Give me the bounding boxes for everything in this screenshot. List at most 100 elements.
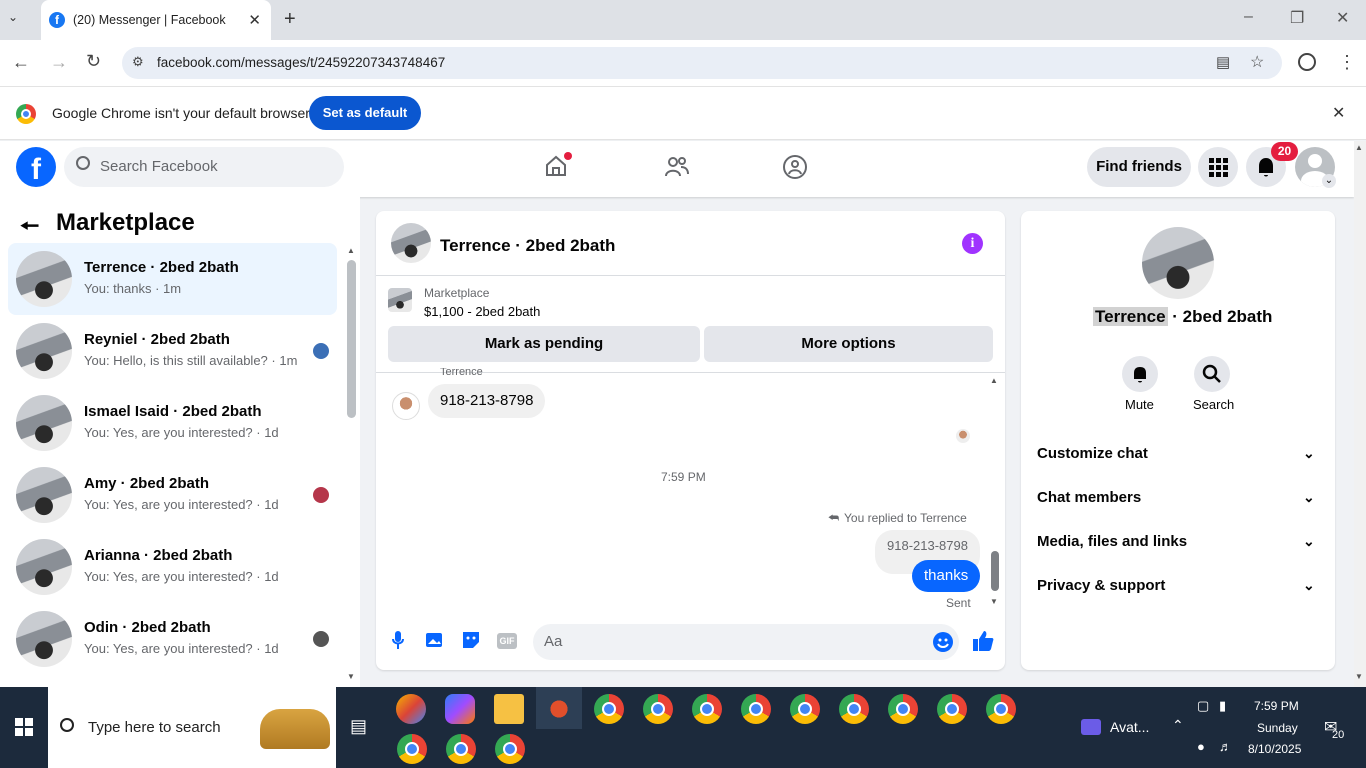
chevron-down-icon[interactable]: ⌄ [1303, 489, 1315, 506]
chrome-taskbar-icon[interactable] [790, 694, 820, 724]
url-text: facebook.com/messages/t/2459220734374846… [157, 55, 446, 70]
photo-icon[interactable] [425, 630, 445, 655]
search-conversation-button[interactable] [1194, 356, 1230, 392]
friends-icon[interactable] [664, 154, 690, 180]
chrome-taskbar-icon[interactable] [986, 694, 1016, 724]
list-scrollbar-thumb[interactable] [347, 260, 356, 418]
task-view-icon[interactable]: ▤ [350, 716, 367, 737]
back-icon[interactable]: ← [12, 52, 30, 73]
info-icon[interactable]: i [962, 233, 983, 254]
page-scroll-up-icon[interactable]: ▲ [1355, 143, 1363, 152]
groups-icon[interactable] [782, 154, 808, 180]
close-tab-icon[interactable]: ✕ [248, 11, 261, 29]
chrome-taskbar-icon[interactable] [692, 694, 722, 724]
profile-name[interactable]: Terrence · 2bed 2bath [1093, 307, 1272, 327]
page-scrollbar[interactable] [1354, 141, 1366, 687]
chat-members-option[interactable]: Chat members [1037, 489, 1141, 506]
volume-icon[interactable]: ♬ [1219, 739, 1232, 754]
close-window-icon[interactable]: ✕ [1336, 8, 1349, 28]
more-options-button[interactable]: More options [704, 326, 993, 362]
copilot-app-icon[interactable] [445, 694, 475, 724]
forward-icon[interactable]: → [50, 52, 68, 73]
back-arrow-icon[interactable]: 🠔 [20, 209, 39, 247]
minimize-icon[interactable]: – [1244, 8, 1253, 26]
chat-scroll-up-icon[interactable]: ▲ [990, 376, 998, 385]
conversation-item[interactable]: Ismael Isaid · 2bed 2bath You: Yes, are y… [8, 387, 337, 459]
avatar-app-label[interactable]: Avat... [1110, 719, 1149, 735]
facebook-logo-icon[interactable]: f [16, 147, 56, 187]
chat-avatar[interactable] [391, 223, 431, 263]
sender-avatar[interactable] [392, 392, 420, 420]
media-files-links-option[interactable]: Media, files and links [1037, 533, 1187, 550]
privacy-support-option[interactable]: Privacy & support [1037, 577, 1165, 594]
microphone-icon[interactable] [391, 630, 405, 655]
taskbar-time[interactable]: 7:59 PM [1254, 699, 1299, 713]
file-explorer-icon[interactable] [494, 694, 524, 724]
site-info-icon[interactable]: ⚙ [132, 54, 144, 70]
chrome-taskbar-icon[interactable] [888, 694, 918, 724]
chrome-taskbar-icon[interactable] [397, 734, 427, 764]
taskbar-date[interactable]: 8/10/2025 [1248, 742, 1301, 756]
chrome-taskbar-icon[interactable] [643, 694, 673, 724]
bookmark-star-icon[interactable]: ☆ [1250, 52, 1264, 72]
chrome-taskbar-icon[interactable] [594, 694, 624, 724]
maximize-icon[interactable]: ❐ [1290, 8, 1304, 28]
chevron-down-icon[interactable]: ⌄ [1303, 533, 1315, 550]
chrome-taskbar-icon[interactable] [839, 694, 869, 724]
received-message[interactable]: 918-213-8798 [428, 384, 546, 418]
chat-title[interactable]: Terrence · 2bed 2bath [440, 236, 615, 256]
chrome-taskbar-icon[interactable] [495, 734, 525, 764]
chrome-taskbar-icon[interactable] [937, 694, 967, 724]
profile-avatar[interactable] [1142, 227, 1214, 299]
paint-app-icon[interactable] [396, 694, 426, 724]
profile-icon[interactable] [1298, 53, 1316, 71]
list-scroll-up-icon[interactable]: ▲ [347, 246, 355, 255]
gif-icon[interactable]: GIF [497, 633, 517, 649]
find-friends-button[interactable]: Find friends [1087, 147, 1191, 187]
address-bar[interactable]: ⚙ facebook.com/messages/t/24592207343748… [122, 47, 1282, 79]
conversation-item[interactable]: Reyniel · 2bed 2bath You: Hello, is this … [8, 315, 337, 387]
chrome-menu-icon[interactable]: ⋮ [1338, 52, 1356, 73]
chat-scrollbar-thumb[interactable] [991, 551, 999, 591]
browser-tab[interactable]: f (20) Messenger | Facebook ✕ [41, 0, 271, 40]
conversation-item[interactable]: Arianna · 2bed 2bath You: Yes, are you in… [8, 531, 337, 603]
chevron-down-icon[interactable]: ⌄ [1303, 445, 1315, 462]
listing-title[interactable]: $1,100 - 2bed 2bath [424, 304, 540, 319]
list-scroll-down-icon[interactable]: ▼ [347, 672, 355, 681]
close-infobar-icon[interactable]: ✕ [1332, 103, 1345, 123]
battery-icon[interactable]: ▮ [1219, 698, 1226, 714]
conversation-item[interactable]: Odin · 2bed 2bath You: Yes, are you inter… [8, 603, 337, 675]
windows-start-icon[interactable] [15, 718, 33, 741]
pinned-app-icon[interactable] [544, 694, 574, 724]
emoji-icon[interactable] [933, 632, 953, 652]
conversation-item[interactable]: Amy · 2bed 2bath You: Yes, are you intere… [8, 459, 337, 531]
sent-message[interactable]: thanks [912, 560, 981, 592]
show-hidden-icons-icon[interactable]: ⌃ [1172, 717, 1184, 734]
reload-icon[interactable]: ↻ [86, 51, 101, 72]
conversation-item[interactable]: Terrence · 2bed 2bath You: thanks · 1m [8, 243, 337, 315]
facebook-search-input[interactable]: Search Facebook [64, 147, 344, 187]
tab-search-chevron-icon[interactable]: ⌄ [8, 10, 18, 24]
message-input[interactable]: Aa [533, 624, 959, 660]
new-tab-button[interactable]: + [284, 8, 296, 31]
device-icon[interactable]: ▢ [1197, 698, 1209, 714]
customize-chat-option[interactable]: Customize chat [1037, 445, 1148, 462]
sticker-icon[interactable] [461, 630, 481, 655]
taskbar-search-box[interactable]: Type here to search [48, 687, 336, 768]
chrome-taskbar-icon[interactable] [446, 734, 476, 764]
listing-thumbnail[interactable] [388, 288, 412, 312]
install-app-icon[interactable]: ▤ [1216, 53, 1230, 71]
mark-as-pending-button[interactable]: Mark as pending [388, 326, 700, 362]
menu-grid-button[interactable] [1198, 147, 1238, 187]
chat-scroll-down-icon[interactable]: ▼ [990, 597, 998, 606]
like-icon[interactable] [972, 630, 994, 657]
account-chevron-icon[interactable]: ⌄ [1322, 174, 1336, 188]
mute-button[interactable] [1122, 356, 1158, 392]
page-scroll-down-icon[interactable]: ▼ [1355, 672, 1363, 681]
chevron-down-icon[interactable]: ⌄ [1303, 577, 1315, 594]
avatar-app-icon[interactable] [1081, 719, 1101, 735]
taskbar-day[interactable]: Sunday [1257, 721, 1298, 735]
chrome-taskbar-icon[interactable] [741, 694, 771, 724]
wifi-icon[interactable]: ● [1197, 739, 1205, 754]
set-default-button[interactable]: Set as default [309, 96, 421, 130]
